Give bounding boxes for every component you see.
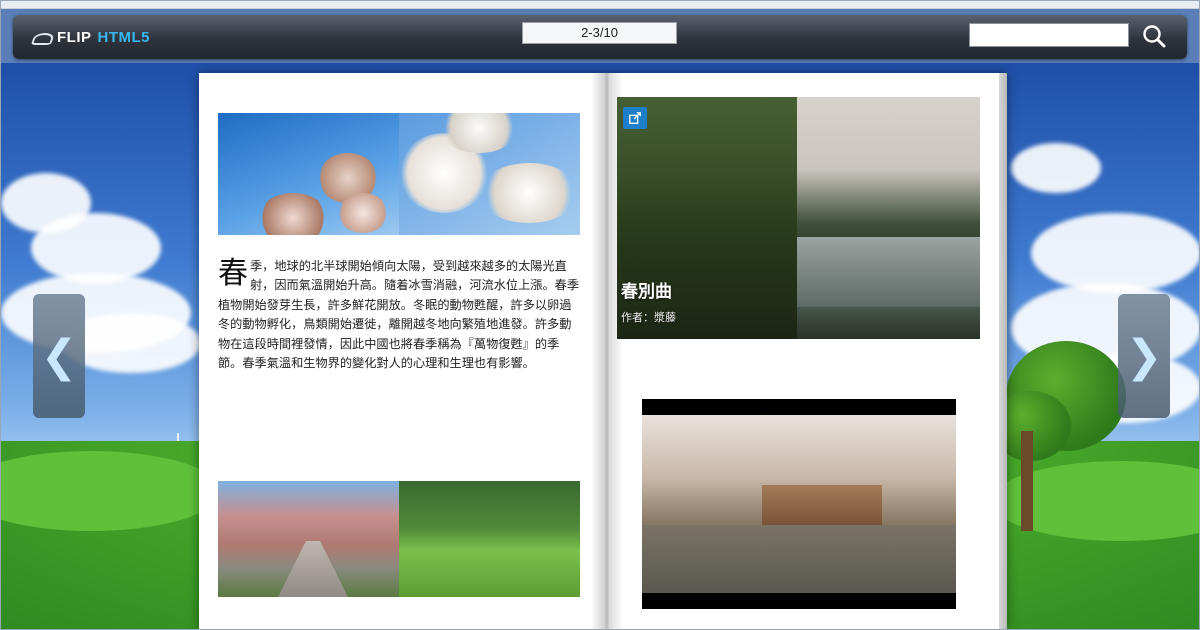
willow-lake-video[interactable]: 春別曲 作者：漿藤 (617, 97, 980, 339)
flipbook-window: FLIP HTML5 2-3/10 ❮ ❯ 春 季，地球的北半球開始傾向太陽，受… (0, 0, 1200, 630)
search-input[interactable] (969, 23, 1129, 47)
cloud (1011, 143, 1101, 193)
search-icon[interactable] (1141, 23, 1167, 49)
logo-text-html5: HTML5 (97, 28, 150, 46)
cherry-blossom-bridge-video[interactable] (642, 399, 956, 609)
article-body: 季，地球的北半球開始傾向太陽，受到越來越多的太陽光直射，因而氣溫開始升高。隨着冰… (218, 259, 580, 371)
cloud (1031, 213, 1199, 293)
top-toolbar: FLIP HTML5 2-3/10 (13, 15, 1187, 59)
open-book[interactable]: 春 季，地球的北半球開始傾向太陽，受到越來越多的太陽光直射，因而氣溫開始升高。隨… (199, 73, 1007, 629)
spring-blossom-photo (218, 113, 399, 235)
logo-text-flip: FLIP (57, 28, 92, 46)
flip-html5-logo[interactable]: FLIP HTML5 (33, 27, 150, 47)
tree-trunk (1021, 431, 1033, 531)
video-author: 作者：漿藤 (621, 311, 676, 324)
cherry-blossom-photo (399, 113, 580, 235)
window-top-strip (1, 1, 1199, 9)
next-page-button[interactable]: ❯ (1118, 294, 1170, 418)
chevron-right-icon: ❯ (1125, 330, 1163, 382)
previous-page-button[interactable]: ❮ (33, 294, 85, 418)
spring-article-text: 春 季，地球的北半球開始傾向太陽，受到越來越多的太陽光直射，因而氣溫開始升高。隨… (218, 257, 580, 373)
page-number-indicator[interactable]: 2-3/10 (522, 22, 677, 44)
cherry-tree-path-photo (218, 481, 399, 597)
green-lawn-photo (399, 481, 580, 597)
chevron-left-icon: ❮ (40, 330, 78, 382)
share-icon[interactable] (623, 107, 647, 129)
logo-mark-icon (33, 31, 51, 43)
drop-cap: 春 (218, 256, 248, 291)
book-page-edge (999, 73, 1007, 629)
video-title: 春別曲 (621, 282, 672, 302)
